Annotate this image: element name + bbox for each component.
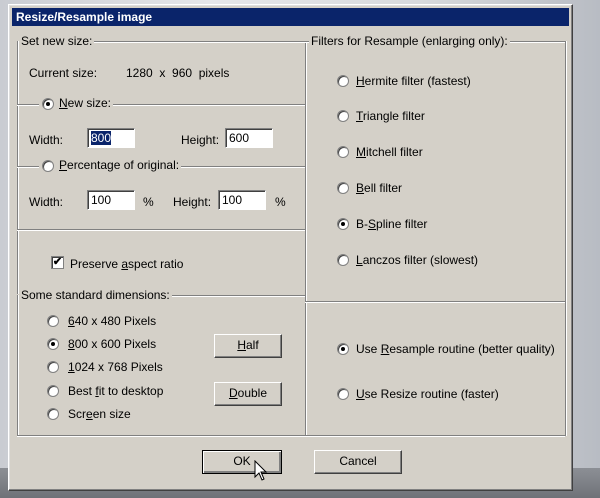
routine-label-resize: Use Resize routine (faster) [356, 387, 499, 401]
width-label: Width: [29, 133, 64, 147]
height-label: Height: [181, 133, 220, 147]
routine-bottom [305, 435, 565, 436]
filter-label-triangle: Triangle filter [356, 109, 425, 123]
standard-group-left-edge [17, 295, 18, 436]
standard-label-bestfit: Best fit to desktop [68, 384, 164, 398]
current-size-label: Current size: [29, 66, 98, 80]
routine-radio-resize[interactable] [337, 388, 349, 400]
current-size-value: 1280 x 960 pixels [126, 66, 230, 80]
preserve-aspect-label: Preserve aspect ratio [70, 257, 184, 271]
set-size-group-left-edge [17, 41, 18, 294]
title-bar[interactable]: Resize/Resample image [12, 8, 569, 26]
new-size-radio[interactable] [42, 98, 54, 110]
filter-label-hermite: Hermite filter (fastest) [356, 74, 471, 88]
pct-height-input-value: 100 [222, 193, 243, 207]
pct-height-unit: % [275, 195, 286, 209]
filter-label-bspline: B-Spline filter [356, 217, 428, 231]
pct-width-input-value: 100 [91, 193, 112, 207]
half-button[interactable]: Half [214, 334, 282, 358]
percentage-radio[interactable] [42, 160, 54, 172]
filter-label-bell: Bell filter [356, 181, 403, 195]
height-input[interactable]: 600 [225, 128, 273, 148]
filter-radio-hermite[interactable] [337, 75, 349, 87]
ok-button[interactable]: OK [202, 450, 282, 474]
left-panel-right-edge [305, 41, 306, 436]
cancel-button[interactable]: Cancel [314, 450, 402, 474]
pct-width-unit: % [143, 195, 154, 209]
standard-radio-1024[interactable] [47, 361, 59, 373]
pct-height-label: Height: [173, 195, 212, 209]
preserve-aspect-checkbox[interactable]: ✔ [51, 256, 64, 269]
standard-radio-screen[interactable] [47, 408, 59, 420]
standard-radio-800[interactable] [47, 338, 59, 350]
pct-height-input[interactable]: 100 [218, 190, 266, 210]
standard-group-bottom [17, 435, 305, 436]
width-input-value: 800 [91, 131, 112, 145]
standard-label-640: 640 x 480 Pixels [68, 314, 157, 328]
filter-radio-triangle[interactable] [337, 110, 349, 122]
right-panel-right-edge [565, 41, 566, 436]
resize-dialog: Resize/Resample image Set new size: Curr… [8, 4, 573, 491]
aspect-divider [17, 229, 305, 230]
filter-label-lanczos: Lanczos filter (slowest) [356, 253, 479, 267]
routine-label-resample: Use Resample routine (better quality) [356, 342, 555, 356]
filter-label-mitchell: Mitchell filter [356, 145, 423, 159]
standard-legend: Some standard dimensions: [19, 288, 172, 302]
pct-width-input[interactable]: 100 [87, 190, 135, 210]
filter-radio-lanczos[interactable] [337, 254, 349, 266]
filter-radio-bell[interactable] [337, 182, 349, 194]
standard-radio-640[interactable] [47, 315, 59, 327]
filter-radio-mitchell[interactable] [337, 146, 349, 158]
mouse-cursor-icon [254, 460, 268, 481]
set-size-legend: Set new size: [19, 34, 95, 48]
standard-radio-bestfit[interactable] [47, 385, 59, 397]
percentage-legend: Percentage of original: [39, 158, 182, 172]
height-input-value: 600 [229, 131, 250, 145]
routine-divider [305, 301, 565, 302]
width-input[interactable]: 800 [87, 128, 135, 148]
routine-radio-resample[interactable] [337, 343, 349, 355]
standard-label-800: 800 x 600 Pixels [68, 337, 157, 351]
filters-legend: Filters for Resample (enlarging only): [309, 34, 510, 48]
standard-label-1024: 1024 x 768 Pixels [68, 360, 163, 374]
standard-label-screen: Screen size [68, 407, 131, 421]
filter-radio-bspline[interactable] [337, 218, 349, 230]
pct-width-label: Width: [29, 195, 64, 209]
dialog-title: Resize/Resample image [16, 10, 153, 24]
double-button[interactable]: Double [214, 382, 282, 406]
